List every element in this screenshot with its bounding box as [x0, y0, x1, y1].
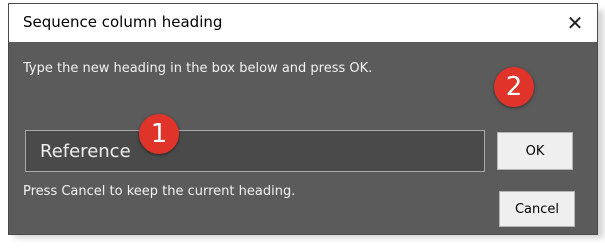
title-bar: Sequence column heading ✕ [9, 4, 597, 42]
dialog-title: Sequence column heading [23, 13, 223, 31]
callout-marker-1: 1 [139, 114, 179, 154]
cancel-button[interactable]: Cancel [499, 191, 575, 227]
instruction-text: Type the new heading in the box below an… [23, 61, 373, 76]
heading-input[interactable] [25, 130, 485, 172]
callout-marker-2: 2 [494, 67, 534, 107]
hint-text: Press Cancel to keep the current heading… [23, 184, 296, 199]
ok-button[interactable]: OK [497, 132, 573, 170]
close-icon: ✕ [566, 11, 584, 35]
close-button[interactable]: ✕ [553, 4, 597, 42]
sequence-heading-dialog: Sequence column heading ✕ Type the new h… [8, 3, 598, 235]
